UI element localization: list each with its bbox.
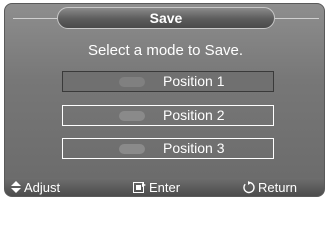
up-down-arrows-icon [11, 181, 21, 193]
option-label: Position 1 [163, 73, 225, 89]
screen: Save Select a mode to Save. Position 1 P… [0, 0, 329, 200]
position-indicator [119, 111, 145, 121]
adjust-label: Adjust [24, 179, 61, 195]
position-indicator [119, 77, 145, 87]
enter-hint[interactable]: Enter [133, 178, 180, 196]
option-label: Position 3 [163, 140, 225, 156]
title-rule-left [13, 18, 57, 19]
dialog-prompt: Select a mode to Save. [87, 42, 244, 59]
return-label: Return [258, 179, 298, 195]
enter-icon [133, 181, 146, 193]
option-position-1[interactable]: Position 1 [62, 71, 274, 92]
option-position-2[interactable]: Position 2 [62, 105, 274, 126]
position-indicator [119, 144, 145, 154]
return-hint[interactable]: Return [242, 178, 297, 196]
dialog-title: Save [57, 7, 275, 29]
option-label: Position 2 [163, 107, 225, 123]
footer-bar: Adjust Enter Return [5, 178, 324, 196]
return-arrow-icon [242, 180, 255, 194]
save-dialog: Save Select a mode to Save. Position 1 P… [4, 3, 325, 197]
enter-label: Enter [149, 179, 181, 195]
adjust-hint[interactable]: Adjust [11, 178, 60, 196]
title-rule-right [275, 18, 319, 19]
option-position-3[interactable]: Position 3 [62, 138, 274, 159]
